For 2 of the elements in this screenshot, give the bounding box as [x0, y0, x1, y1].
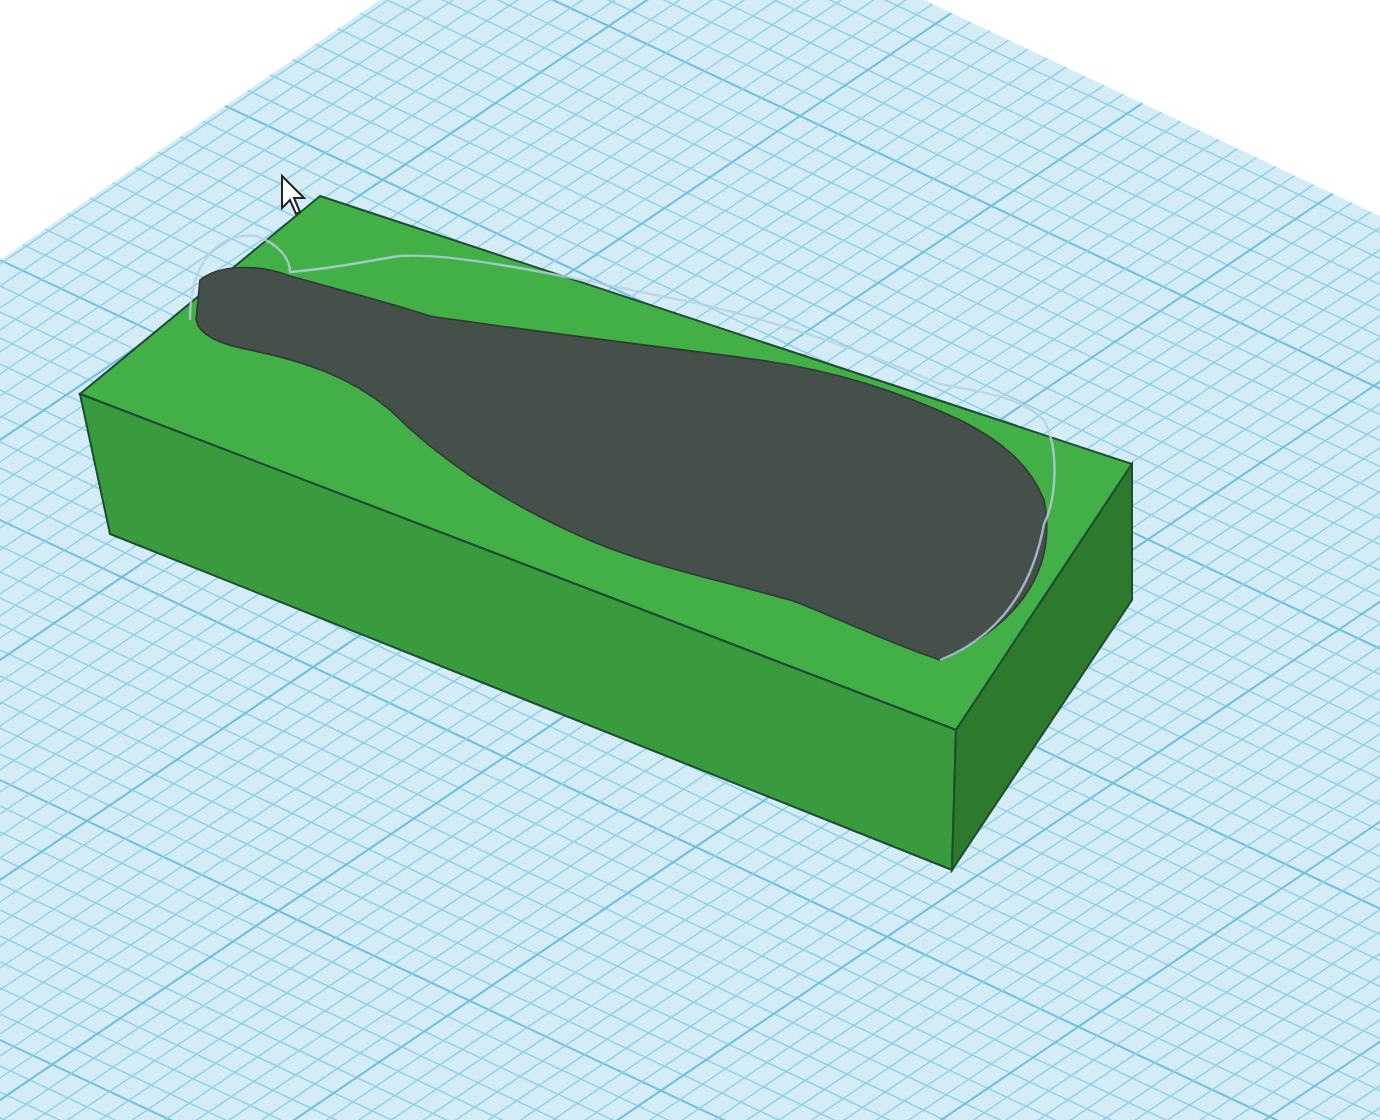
bottle-hole-drawing[interactable] — [188, 234, 1056, 662]
cursor-icon — [281, 173, 307, 216]
